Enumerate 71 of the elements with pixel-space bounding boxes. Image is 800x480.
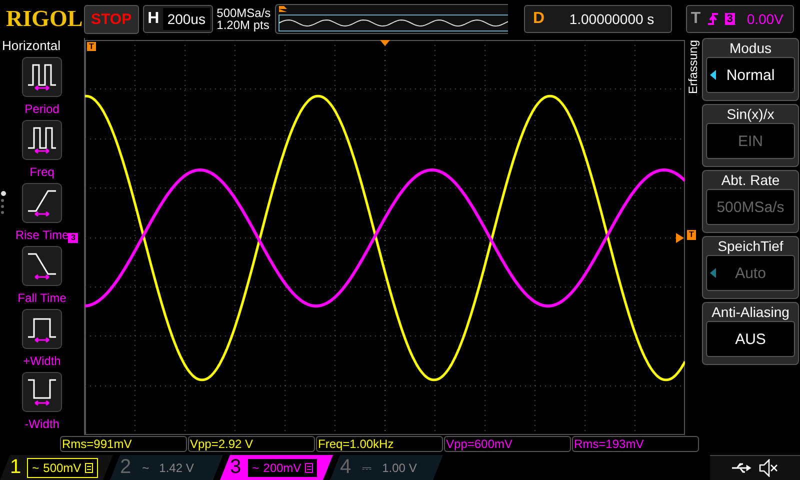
channel-reading: 1.42 V [159, 460, 194, 474]
memory-depth: 1.20M pts [216, 19, 270, 31]
logo: RIGOL [6, 6, 80, 32]
menu-button-title: Sin(x)/x [726, 105, 774, 123]
menu-button-title: Abt. Rate [721, 171, 780, 189]
measure-label: +Width [23, 354, 61, 368]
channel-tab[interactable]: 1 ~ 500mV [0, 455, 113, 480]
measure-label: -Width [24, 417, 60, 431]
channel-reading: 200mV [263, 460, 302, 474]
menu-button[interactable]: Modus Normal [702, 38, 799, 101]
measure-label: Freq [30, 165, 54, 179]
menu-button-title: Modus [729, 39, 772, 57]
bandwidth-icon [85, 462, 94, 472]
trigger-level-icon [676, 233, 684, 243]
sample-rate: 500MSa/s [216, 7, 271, 19]
trigger-box[interactable]: T 3 0.00V [686, 5, 794, 33]
coupling-symbol: ~ [252, 460, 260, 474]
channel-reading: 1.00 V [382, 460, 417, 474]
menu-button-value: Auto [735, 264, 766, 282]
measure-button[interactable] [22, 372, 62, 412]
menu-button-title: SpeichTief [718, 237, 784, 255]
measurement-readout: Vpp=600mV [444, 436, 571, 452]
channel-number: 3 [230, 456, 242, 479]
measure-button[interactable] [22, 183, 62, 223]
channel-tab[interactable]: 3 ~ 200mV [220, 455, 333, 480]
channel-number: 1 [10, 456, 22, 479]
channel-tab[interactable]: 4 ⎓ 1.00 V [330, 455, 443, 480]
delay-label: D [532, 10, 546, 28]
channel-number: 2 [120, 456, 132, 479]
menu-button-title: Anti-Aliasing [712, 303, 790, 321]
channel-reading: 500mV [43, 460, 82, 474]
channel-tab[interactable]: 2 ~ 1.42 V [110, 455, 223, 480]
bandwidth-icon [305, 462, 314, 472]
delay-box[interactable]: D 1.00000000 s [524, 5, 672, 33]
speaker-muted-icon [759, 459, 779, 477]
measure-button[interactable] [22, 57, 62, 97]
trigger-label: T [690, 10, 701, 28]
coupling-symbol: ~ [142, 460, 150, 474]
measurement-readout: Rms=991mV [60, 436, 187, 452]
measure-button[interactable] [22, 120, 62, 160]
menu-button-value: 500MSa/s [716, 198, 784, 216]
menu-button-value: EIN [738, 132, 763, 150]
coupling-symbol: ~ [32, 460, 40, 474]
trigger-level: 0.00V [746, 11, 784, 27]
run-state-button[interactable]: STOP [84, 4, 139, 34]
menu-button-value: Normal [726, 66, 775, 84]
menu-title: Horizontal [1, 38, 61, 53]
measurement-readout: Rms=193mV [572, 436, 699, 452]
menu-button[interactable]: Anti-Aliasing AUS [702, 302, 799, 365]
trigger-marker: T [87, 42, 96, 51]
measure-label: Fall Time [18, 291, 66, 305]
channel-marker: 3 [68, 233, 78, 243]
menu-button-value: AUS [735, 330, 766, 348]
timebase-value: 200us [163, 8, 210, 30]
measurement-readout: Vpp=2.92 V [188, 436, 315, 452]
channel-number: 4 [340, 456, 352, 479]
menu-tab[interactable]: Erfassung [686, 40, 700, 94]
measure-label: Period [24, 102, 60, 116]
coupling-symbol: ⎓ [362, 460, 372, 474]
trigger-source: 3 [724, 13, 735, 25]
rising-edge-icon [706, 12, 719, 26]
measure-button[interactable] [22, 246, 62, 286]
timebase-label: H [146, 10, 160, 28]
measure-label: Rise Time [15, 228, 69, 242]
usb-icon [731, 462, 753, 474]
delay-value: 1.00000000 s [568, 11, 656, 27]
trigger-marker: T [687, 230, 696, 240]
measure-button[interactable] [22, 309, 62, 349]
measurement-readout: Freq=1.00kHz [316, 436, 443, 452]
timebase-box[interactable]: H 200us [142, 5, 213, 33]
trigger-position-icon [380, 40, 390, 46]
